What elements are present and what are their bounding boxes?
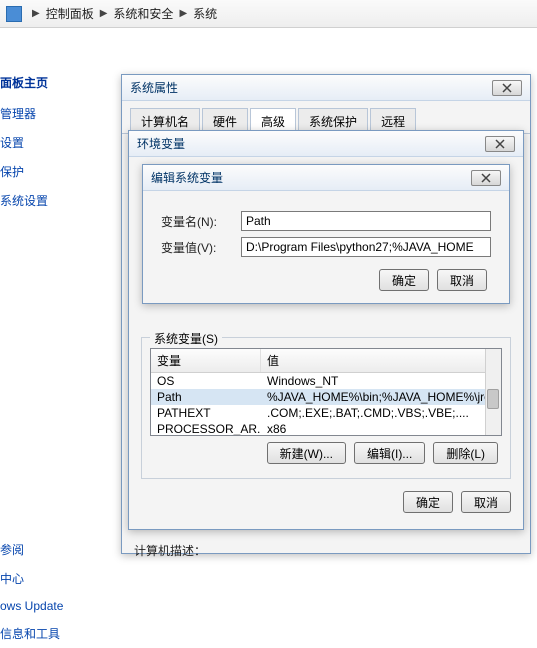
bc-item-2[interactable]: 系统: [193, 5, 217, 22]
sidebar: 面板主页 管理器 设置 保护 系统设置 参阅 中心 ows Update 信息和…: [0, 60, 110, 648]
dialog-titlebar: 系统属性: [122, 75, 530, 101]
sidebar-link[interactable]: 系统设置: [0, 186, 110, 215]
table-row[interactable]: PROCESSOR_AR... x86: [151, 421, 501, 436]
new-variable-button[interactable]: 新建(W)...: [267, 442, 346, 464]
dialog-titlebar: 环境变量: [129, 131, 523, 157]
close-icon: [495, 139, 505, 149]
scroll-thumb[interactable]: [487, 389, 499, 409]
computer-desc-label: 计算机描述：: [122, 534, 530, 567]
ok-button[interactable]: 确定: [379, 269, 429, 291]
edit-variable-dialog: 编辑系统变量 变量名(N): 变量值(V): 确定 取消: [142, 164, 510, 304]
group-legend: 系统变量(S): [150, 330, 222, 347]
cancel-button[interactable]: 取消: [461, 491, 511, 513]
breadcrumb: ▶ 控制面板 ▶ 系统和安全 ▶ 系统: [0, 0, 537, 28]
sidebar-link[interactable]: 管理器: [0, 99, 110, 128]
sidebar-link[interactable]: 中心: [0, 564, 110, 593]
dialog-titlebar: 编辑系统变量: [143, 165, 509, 191]
system-variables-table[interactable]: 变量 值 OS Windows_NT Path %JAVA_HOME%\bin;…: [150, 348, 502, 436]
chevron-right-icon: ▶: [179, 8, 187, 19]
variable-name-label: 变量名(N):: [161, 213, 241, 230]
sidebar-link[interactable]: 信息和工具: [0, 619, 110, 648]
chevron-right-icon: ▶: [32, 8, 40, 19]
system-variables-group: 系统变量(S) 变量 值 OS Windows_NT Path %JAVA_HO…: [141, 337, 511, 479]
sidebar-link[interactable]: 保护: [0, 157, 110, 186]
ok-button[interactable]: 确定: [403, 491, 453, 513]
bc-item-0[interactable]: 控制面板: [46, 5, 94, 22]
variable-value-input[interactable]: [241, 237, 491, 257]
dialog-title: 编辑系统变量: [151, 165, 223, 191]
close-icon: [481, 173, 491, 183]
close-icon: [502, 83, 512, 93]
dialog-title: 环境变量: [137, 131, 185, 157]
variable-name-input[interactable]: [241, 211, 491, 231]
sidebar-link[interactable]: ows Update: [0, 593, 110, 619]
delete-variable-button[interactable]: 删除(L): [433, 442, 498, 464]
chevron-right-icon: ▶: [100, 8, 108, 19]
table-row[interactable]: PATHEXT .COM;.EXE;.BAT;.CMD;.VBS;.VBE;..…: [151, 405, 501, 421]
variable-value-label: 变量值(V):: [161, 239, 241, 256]
col-variable[interactable]: 变量: [151, 349, 261, 372]
close-button[interactable]: [471, 170, 501, 186]
dialog-title: 系统属性: [130, 75, 178, 101]
edit-variable-button[interactable]: 编辑(I)...: [354, 442, 425, 464]
bc-item-1[interactable]: 系统和安全: [113, 5, 173, 22]
close-button[interactable]: [492, 80, 522, 96]
sidebar-link[interactable]: 设置: [0, 128, 110, 157]
table-row[interactable]: OS Windows_NT: [151, 373, 501, 389]
sidebar-title: 面板主页: [0, 68, 110, 99]
cancel-button[interactable]: 取消: [437, 269, 487, 291]
close-button[interactable]: [485, 136, 515, 152]
scrollbar[interactable]: [485, 349, 501, 435]
col-value[interactable]: 值: [261, 349, 501, 372]
sidebar-link[interactable]: 参阅: [0, 535, 110, 564]
table-row[interactable]: Path %JAVA_HOME%\bin;%JAVA_HOME%\jre...: [151, 389, 501, 405]
cpl-icon: [6, 6, 22, 22]
